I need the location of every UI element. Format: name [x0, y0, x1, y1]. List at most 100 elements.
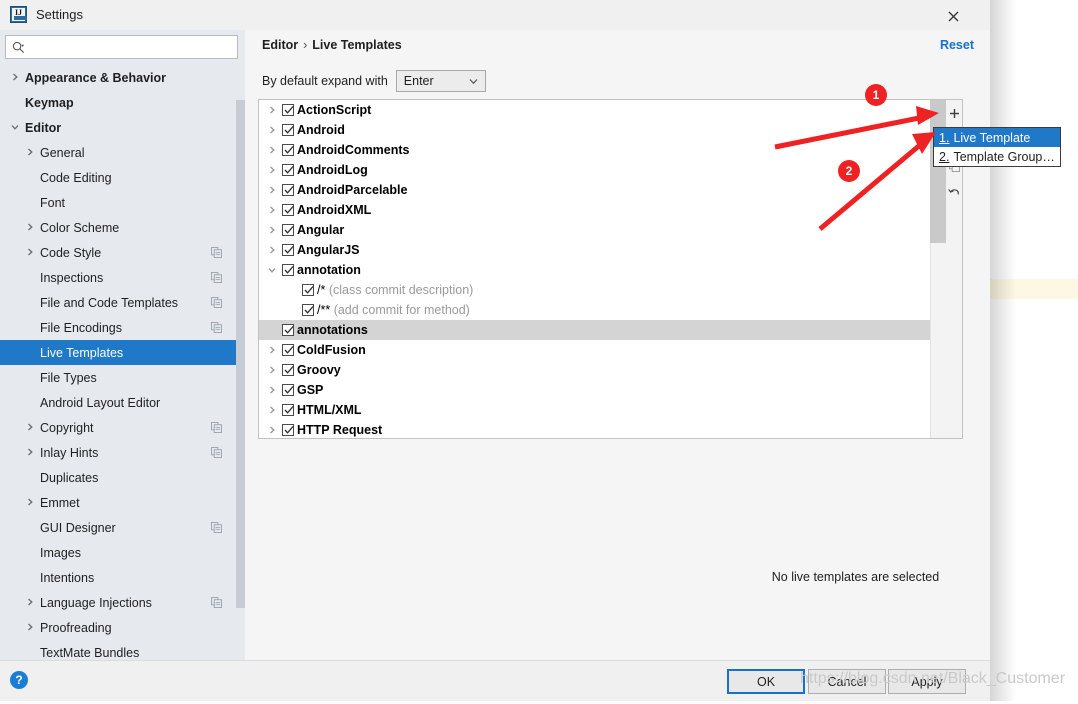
sidebar-item-images[interactable]: Images	[0, 540, 245, 565]
chevron-right-icon[interactable]	[268, 226, 276, 234]
popup-item-template-group[interactable]: 2. Template Group…	[934, 147, 1060, 166]
chevron-down-icon[interactable]	[11, 123, 19, 131]
template-row[interactable]: AndroidComments	[259, 140, 931, 160]
template-row[interactable]: Groovy	[259, 360, 931, 380]
template-row[interactable]: annotation	[259, 260, 931, 280]
template-checkbox[interactable]	[282, 224, 294, 236]
sidebar-item-keymap[interactable]: Keymap	[0, 90, 245, 115]
template-row[interactable]: AngularJS	[259, 240, 931, 260]
template-checkbox[interactable]	[302, 284, 314, 296]
tree-scrollbar-thumb[interactable]	[930, 100, 946, 243]
template-row[interactable]: HTML/XML	[259, 400, 931, 420]
sidebar-scrollbar-track[interactable]	[236, 65, 245, 660]
sidebar-item-gui-designer[interactable]: GUI Designer	[0, 515, 245, 540]
sidebar-item-appearance-behavior[interactable]: Appearance & Behavior	[0, 65, 245, 90]
sidebar-item-intentions[interactable]: Intentions	[0, 565, 245, 590]
template-checkbox[interactable]	[282, 204, 294, 216]
sidebar-item-editor[interactable]: Editor	[0, 115, 245, 140]
search-input[interactable]	[30, 38, 230, 56]
sidebar-item-general[interactable]: General	[0, 140, 245, 165]
sidebar-item-proofreading[interactable]: Proofreading	[0, 615, 245, 640]
sidebar-scrollbar-thumb[interactable]	[236, 100, 245, 608]
template-row[interactable]: ColdFusion	[259, 340, 931, 360]
sidebar-item-android-layout-editor[interactable]: Android Layout Editor	[0, 390, 245, 415]
sidebar-item-copyright[interactable]: Copyright	[0, 415, 245, 440]
template-row[interactable]: AndroidLog	[259, 160, 931, 180]
template-checkbox[interactable]	[282, 424, 294, 436]
sidebar-item-file-and-code-templates[interactable]: File and Code Templates	[0, 290, 245, 315]
chevron-right-icon[interactable]	[268, 386, 276, 394]
sidebar-item-font[interactable]: Font	[0, 190, 245, 215]
add-button[interactable]	[946, 102, 962, 124]
revert-button[interactable]	[946, 182, 962, 204]
chevron-right-icon[interactable]	[268, 366, 276, 374]
template-row[interactable]: HTTP Request	[259, 420, 931, 438]
sidebar-item-code-style[interactable]: Code Style	[0, 240, 245, 265]
sidebar-item-language-injections[interactable]: Language Injections	[0, 590, 245, 615]
close-icon[interactable]	[938, 4, 968, 28]
template-row[interactable]: Angular	[259, 220, 931, 240]
template-checkbox[interactable]	[302, 304, 314, 316]
template-checkbox[interactable]	[282, 264, 294, 276]
chevron-right-icon[interactable]	[268, 126, 276, 134]
chevron-right-icon[interactable]	[268, 206, 276, 214]
template-checkbox[interactable]	[282, 364, 294, 376]
chevron-right-icon[interactable]	[26, 623, 34, 631]
sidebar-item-inspections[interactable]: Inspections	[0, 265, 245, 290]
reset-link[interactable]: Reset	[940, 38, 974, 52]
chevron-right-icon[interactable]	[268, 406, 276, 414]
template-checkbox[interactable]	[282, 404, 294, 416]
sidebar-item-file-types[interactable]: File Types	[0, 365, 245, 390]
template-checkbox[interactable]	[282, 104, 294, 116]
chevron-right-icon[interactable]	[268, 426, 276, 434]
template-checkbox[interactable]	[282, 164, 294, 176]
breadcrumb-parent[interactable]: Editor	[262, 38, 298, 52]
sidebar-item-label: File and Code Templates	[40, 295, 179, 310]
sidebar-item-label: Code Editing	[40, 170, 112, 185]
template-row[interactable]: ActionScript	[259, 100, 931, 120]
chevron-right-icon[interactable]	[268, 146, 276, 154]
template-row[interactable]: Android	[259, 120, 931, 140]
chevron-right-icon[interactable]	[26, 148, 34, 156]
chevron-right-icon[interactable]	[11, 73, 19, 81]
chevron-right-icon[interactable]	[26, 223, 34, 231]
chevron-right-icon[interactable]	[26, 423, 34, 431]
chevron-right-icon[interactable]	[26, 498, 34, 506]
template-checkbox[interactable]	[282, 244, 294, 256]
sidebar-item-label: File Types	[40, 370, 97, 385]
popup-item-live-template[interactable]: 1. Live Template	[934, 128, 1060, 147]
chevron-right-icon[interactable]	[26, 448, 34, 456]
template-row[interactable]: AndroidParcelable	[259, 180, 931, 200]
expand-with-select[interactable]: Enter	[395, 70, 486, 92]
template-checkbox[interactable]	[282, 124, 294, 136]
template-row[interactable]: GSP	[259, 380, 931, 400]
chevron-right-icon[interactable]	[26, 248, 34, 256]
template-row[interactable]: AndroidXML	[259, 200, 931, 220]
template-checkbox[interactable]	[282, 344, 294, 356]
template-checkbox[interactable]	[282, 324, 294, 336]
chevron-right-icon[interactable]	[268, 346, 276, 354]
chevron-right-icon[interactable]	[268, 106, 276, 114]
sidebar-item-color-scheme[interactable]: Color Scheme	[0, 215, 245, 240]
chevron-right-icon[interactable]	[26, 598, 34, 606]
chevron-right-icon[interactable]	[268, 186, 276, 194]
template-row[interactable]: /* (class commit description)	[259, 280, 931, 300]
sidebar-item-live-templates[interactable]: Live Templates	[0, 340, 245, 365]
help-icon[interactable]: ?	[10, 671, 28, 689]
search-box[interactable]	[5, 35, 238, 59]
sidebar-item-file-encodings[interactable]: File Encodings	[0, 315, 245, 340]
template-row[interactable]: /** (add commit for method)	[259, 300, 931, 320]
template-checkbox[interactable]	[282, 384, 294, 396]
template-checkbox[interactable]	[282, 184, 294, 196]
sidebar-item-textmate-bundles[interactable]: TextMate Bundles	[0, 640, 245, 660]
chevron-right-icon[interactable]	[268, 246, 276, 254]
template-row[interactable]: annotations	[259, 320, 931, 340]
sidebar-item-emmet[interactable]: Emmet	[0, 490, 245, 515]
ok-button[interactable]: OK	[727, 669, 805, 694]
sidebar-item-code-editing[interactable]: Code Editing	[0, 165, 245, 190]
chevron-right-icon[interactable]	[268, 166, 276, 174]
chevron-down-icon[interactable]	[268, 266, 276, 274]
sidebar-item-duplicates[interactable]: Duplicates	[0, 465, 245, 490]
sidebar-item-inlay-hints[interactable]: Inlay Hints	[0, 440, 245, 465]
template-checkbox[interactable]	[282, 144, 294, 156]
